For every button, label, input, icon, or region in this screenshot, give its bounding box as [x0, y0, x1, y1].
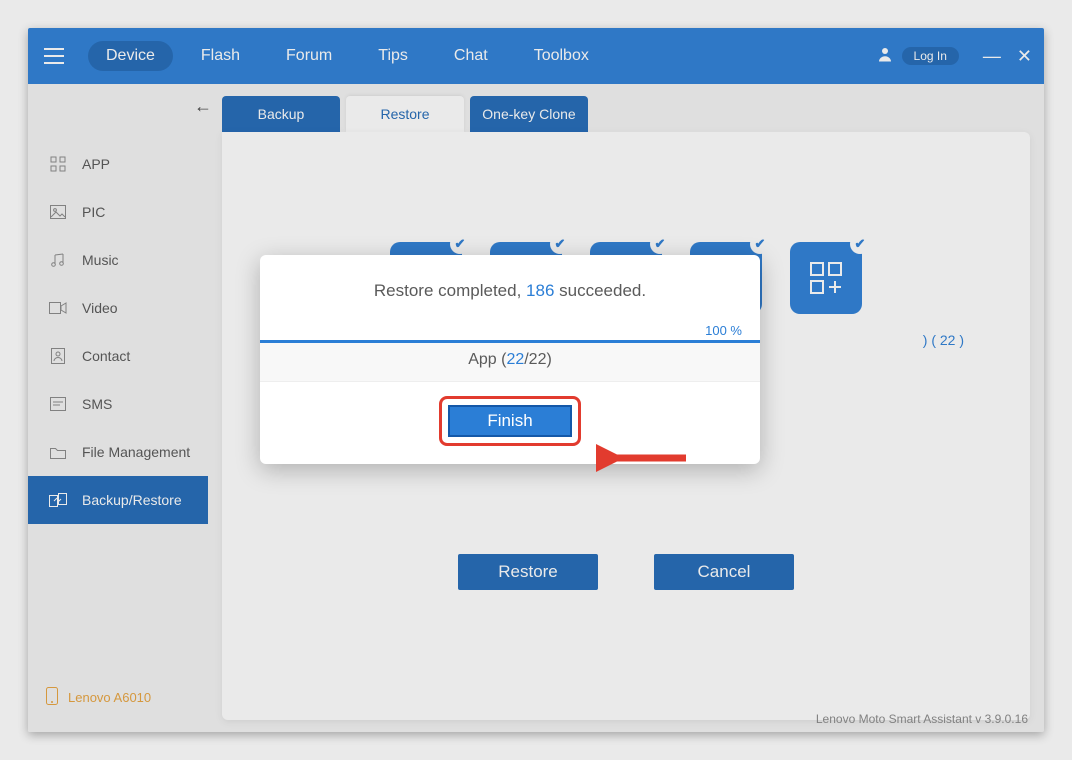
- contact-icon: [46, 348, 70, 364]
- window-controls: — ✕: [983, 47, 1032, 65]
- sidebar-item-app[interactable]: APP: [28, 140, 208, 188]
- sidebar-item-backup-restore[interactable]: Backup/Restore: [28, 476, 208, 524]
- finish-button[interactable]: Finish: [448, 405, 572, 437]
- grid-icon: [46, 156, 70, 172]
- finish-highlight: Finish: [439, 396, 581, 446]
- top-bar: Device Flash Forum Tips Chat Toolbox Log…: [28, 28, 1044, 84]
- sidebar-item-filemgmt[interactable]: File Management: [28, 428, 208, 476]
- tab-onekeyclone[interactable]: One-key Clone: [470, 96, 588, 132]
- top-nav: Device Flash Forum Tips Chat Toolbox: [88, 41, 607, 71]
- sidebar-item-label: File Management: [82, 444, 190, 460]
- menu-icon[interactable]: [40, 42, 68, 70]
- sidebar-item-label: Contact: [82, 348, 130, 364]
- tabs: Backup Restore One-key Clone: [222, 96, 1030, 132]
- sidebar: ← APP PIC Music Video: [28, 84, 208, 732]
- sidebar-item-label: Music: [82, 252, 119, 268]
- sidebar-item-video[interactable]: Video: [28, 284, 208, 332]
- sidebar-item-label: Backup/Restore: [82, 492, 182, 508]
- backup-icon: [46, 493, 70, 507]
- device-name: Lenovo A6010: [68, 690, 151, 705]
- phone-icon: [46, 687, 58, 708]
- nav-toolbox[interactable]: Toolbox: [516, 41, 607, 71]
- modal-message: Restore completed, 186 succeeded.: [260, 281, 760, 301]
- nav-chat[interactable]: Chat: [436, 41, 506, 71]
- restore-modal: Restore completed, 186 succeeded. 100 % …: [260, 255, 760, 464]
- device-label: Lenovo A6010: [28, 675, 208, 732]
- nav-flash[interactable]: Flash: [183, 41, 258, 71]
- panel-buttons: Restore Cancel: [222, 554, 1030, 590]
- video-icon: [46, 302, 70, 314]
- sidebar-item-label: SMS: [82, 396, 112, 412]
- sidebar-item-contact[interactable]: Contact: [28, 332, 208, 380]
- annotation-arrow-icon: [596, 438, 696, 478]
- minimize-icon[interactable]: —: [983, 47, 1001, 65]
- progress-label: App (22/22): [260, 343, 760, 382]
- tab-restore[interactable]: Restore: [346, 96, 464, 132]
- check-icon: [450, 234, 470, 254]
- sidebar-item-pic[interactable]: PIC: [28, 188, 208, 236]
- tile-app[interactable]: [790, 242, 862, 314]
- check-icon: [650, 234, 670, 254]
- progress-percent: 100 %: [260, 323, 760, 338]
- check-icon: [750, 234, 770, 254]
- close-icon[interactable]: ✕: [1017, 47, 1032, 65]
- nav-tips[interactable]: Tips: [360, 41, 426, 71]
- tile-app-count: ) ( 22 ): [923, 332, 964, 348]
- user-icon[interactable]: [876, 45, 894, 68]
- sidebar-item-sms[interactable]: SMS: [28, 380, 208, 428]
- music-icon: [46, 252, 70, 268]
- sidebar-item-music[interactable]: Music: [28, 236, 208, 284]
- tab-backup[interactable]: Backup: [222, 96, 340, 132]
- sidebar-item-label: Video: [82, 300, 118, 316]
- progress-bar: [260, 340, 760, 343]
- login-button[interactable]: Log In: [902, 47, 959, 65]
- restore-button[interactable]: Restore: [458, 554, 598, 590]
- nav-device[interactable]: Device: [88, 41, 173, 71]
- sms-icon: [46, 397, 70, 411]
- check-icon: [850, 234, 870, 254]
- nav-forum[interactable]: Forum: [268, 41, 350, 71]
- sidebar-item-label: PIC: [82, 204, 105, 220]
- check-icon: [550, 234, 570, 254]
- cancel-button[interactable]: Cancel: [654, 554, 794, 590]
- footer-version: Lenovo Moto Smart Assistant v 3.9.0.16: [816, 712, 1028, 726]
- sidebar-item-label: APP: [82, 156, 110, 172]
- image-icon: [46, 205, 70, 219]
- folder-icon: [46, 446, 70, 459]
